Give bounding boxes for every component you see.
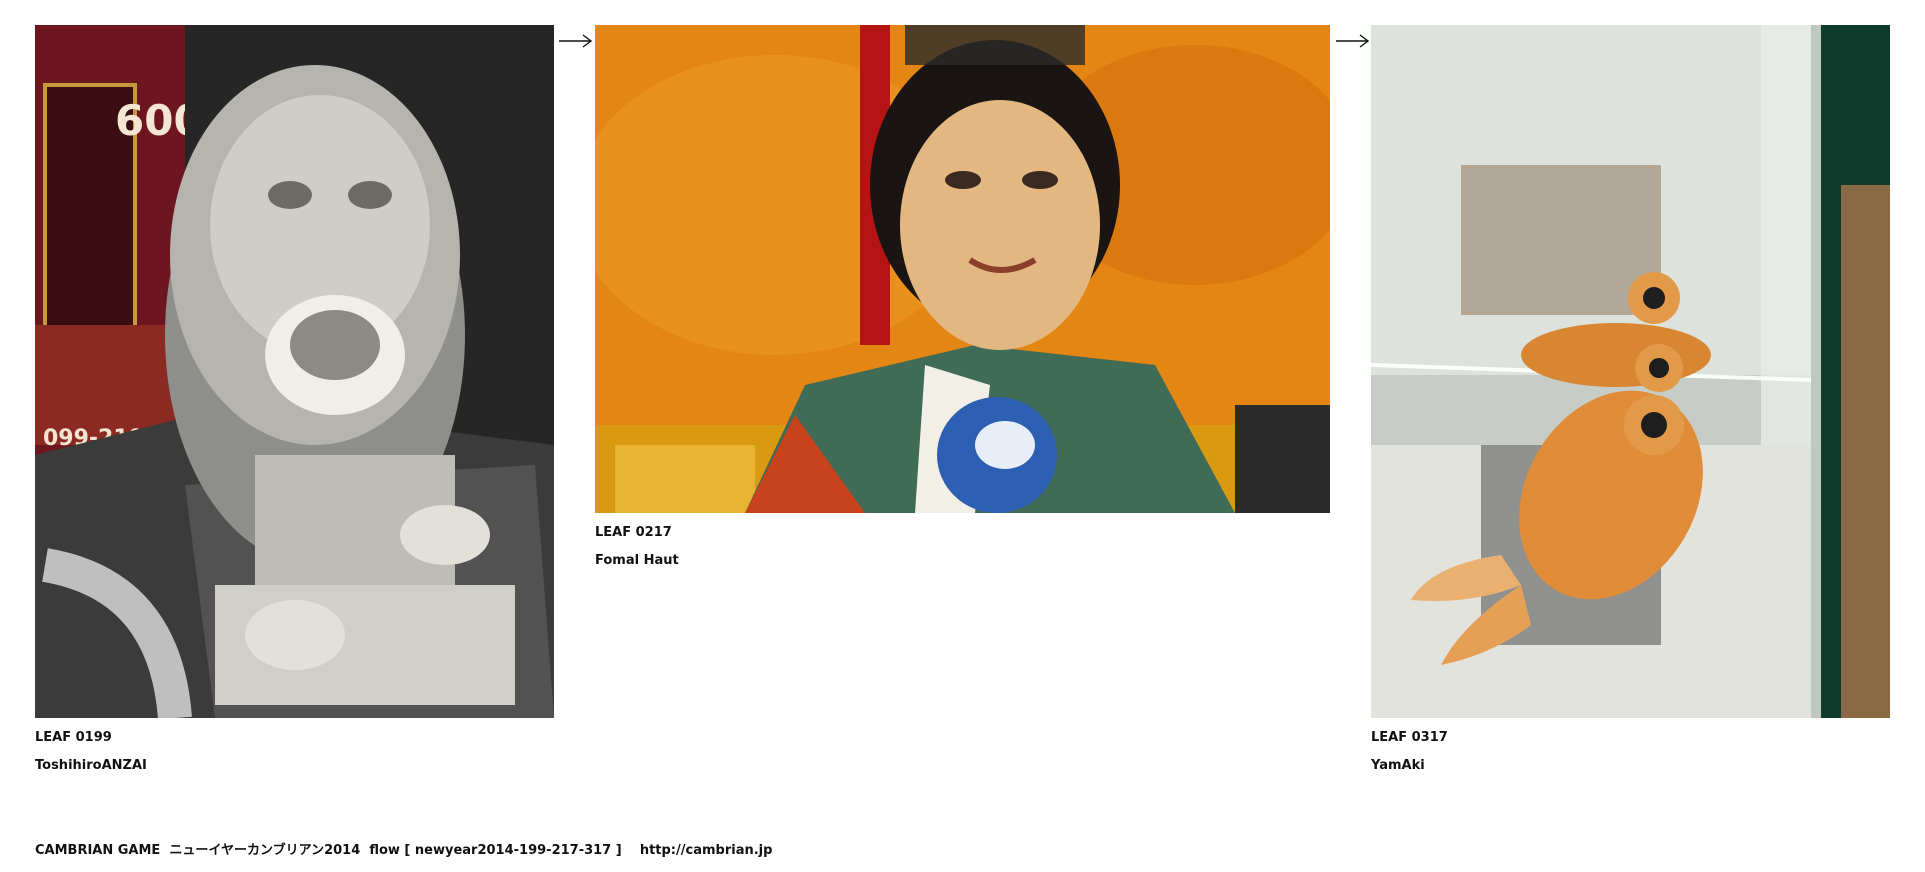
- stone-lion-image: 600 099-219-4: [35, 25, 554, 718]
- arrow-right-icon: [559, 34, 593, 48]
- arrow-right-icon: [1336, 34, 1370, 48]
- leaf-0317-photo[interactable]: [1371, 25, 1890, 718]
- footer: CAMBRIAN GAME ニューイヤーカンブリアン2014 flow [ ne…: [35, 839, 772, 858]
- footer-flow: flow [ newyear2014-199-217-317 ]: [369, 843, 622, 858]
- leaf-0317-id: LEAF 0317: [1371, 730, 1448, 745]
- footer-title: CAMBRIAN GAME: [35, 843, 161, 858]
- portrait-image: [595, 25, 1330, 513]
- leaf-0317-author[interactable]: YamAki: [1371, 758, 1425, 774]
- leaf-0217-photo[interactable]: [595, 25, 1330, 513]
- footer-url-link[interactable]: http://cambrian.jp: [640, 843, 773, 858]
- goldfish-image: [1371, 25, 1890, 718]
- leaf-0199-author[interactable]: ToshihiroANZAI: [35, 758, 147, 774]
- footer-subtitle: ニューイヤーカンブリアン2014: [169, 843, 361, 858]
- leaf-0217-id: LEAF 0217: [595, 525, 672, 540]
- leaf-0199-id: LEAF 0199: [35, 730, 112, 745]
- leaf-0199-photo[interactable]: 600 099-219-4: [35, 25, 554, 718]
- leaf-0217-author[interactable]: Fomal Haut: [595, 553, 679, 569]
